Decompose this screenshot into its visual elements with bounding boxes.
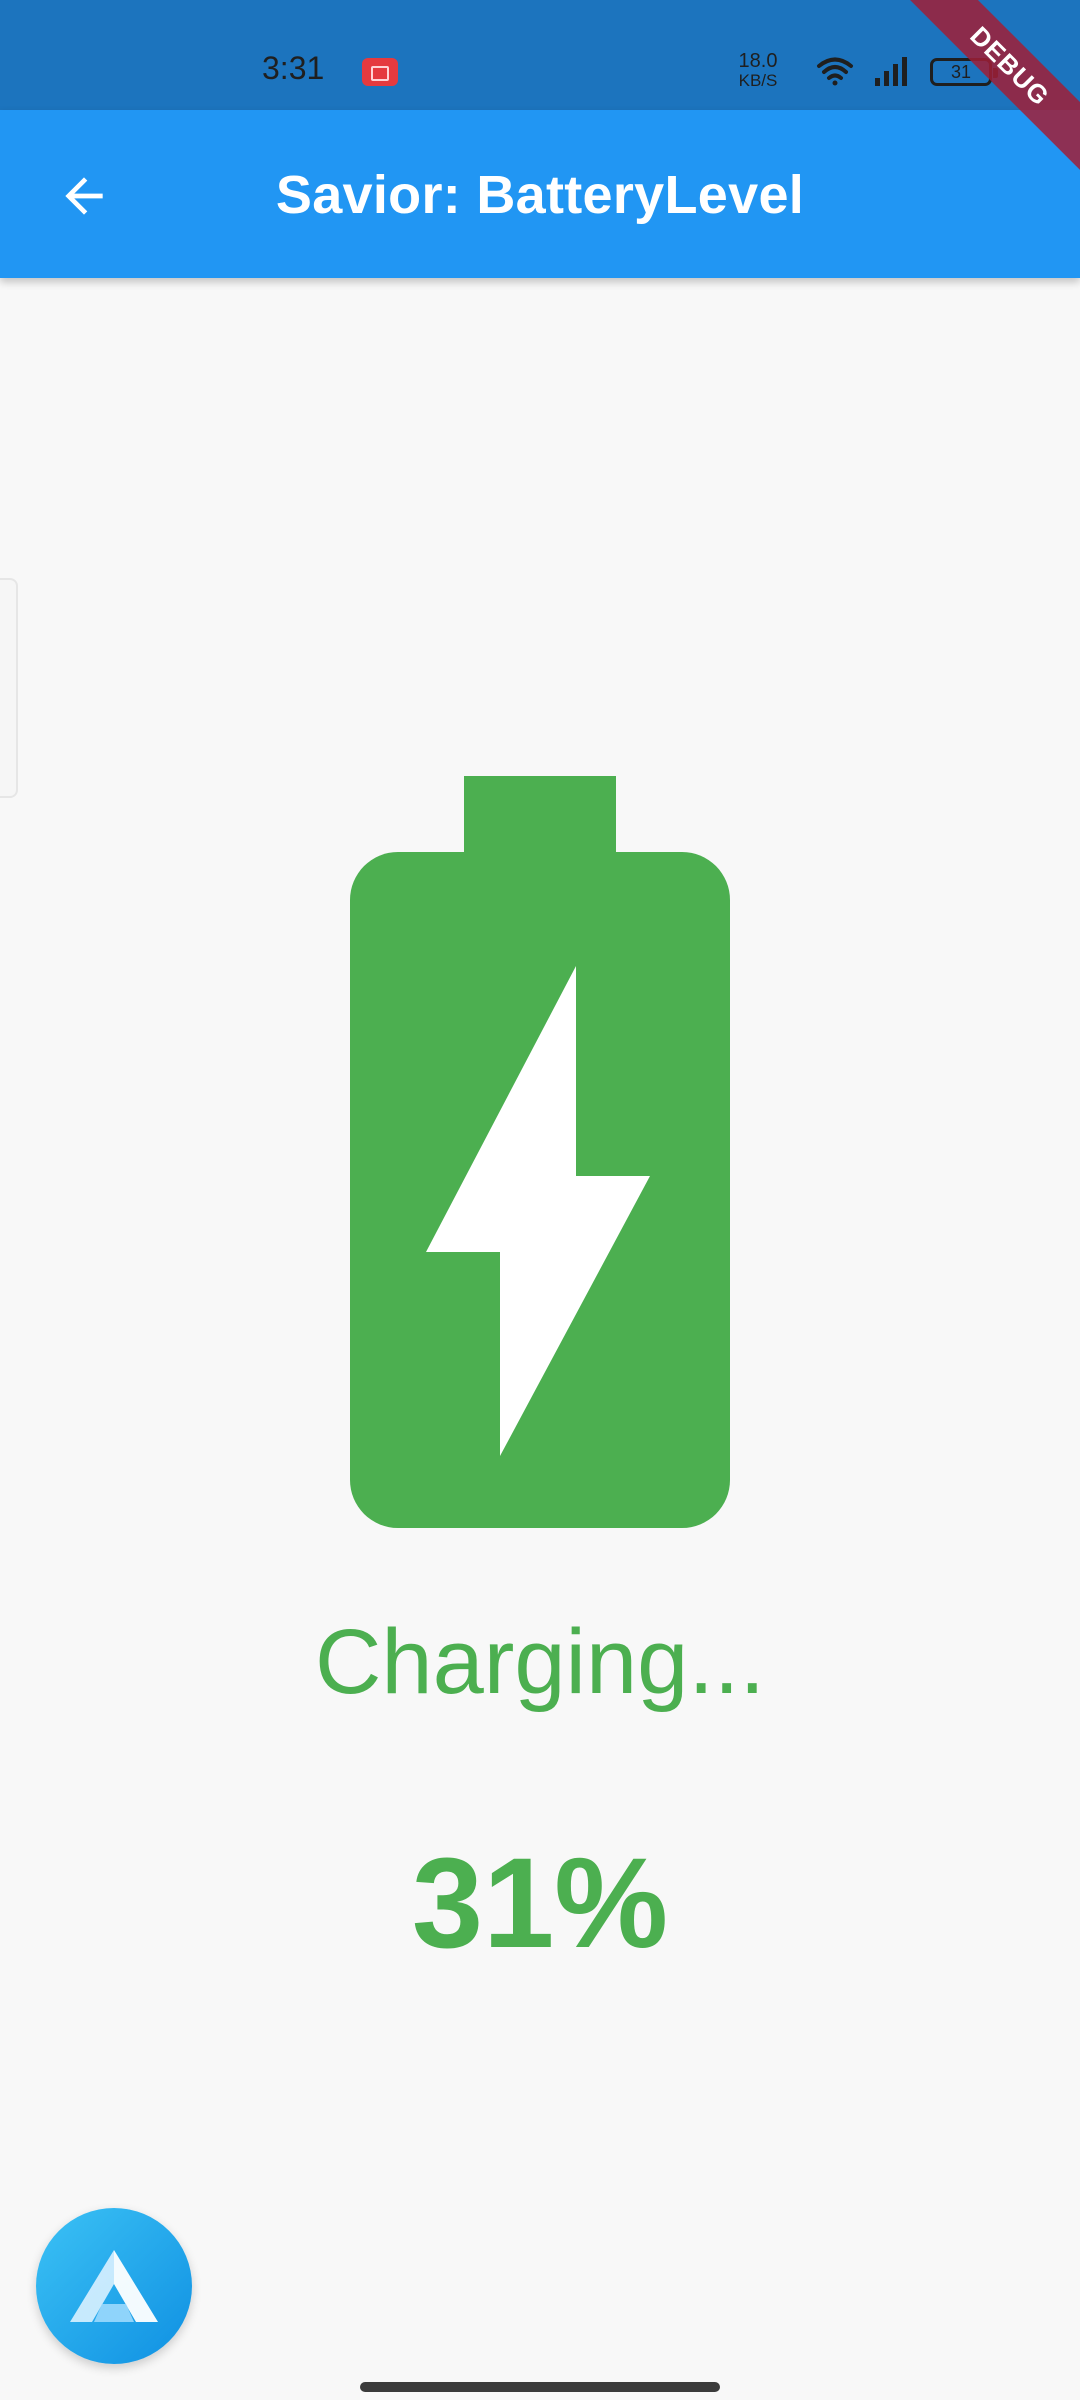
- signal-icon: [875, 57, 907, 86]
- network-speed: 18.0 KB/S: [718, 50, 798, 90]
- battery-charging-icon: [350, 776, 730, 1528]
- network-speed-unit: KB/S: [738, 71, 778, 90]
- page-title: Savior: BatteryLevel: [275, 165, 805, 225]
- charging-status-text: Charging...: [314, 1611, 766, 1713]
- status-icons: [817, 57, 907, 86]
- battery-percent-text: 31%: [411, 1832, 669, 1975]
- edge-handle[interactable]: [0, 578, 18, 798]
- app-logo-icon: [70, 2250, 158, 2322]
- battery-level-text: 31: [950, 62, 972, 82]
- home-indicator[interactable]: [360, 2382, 720, 2392]
- status-time: 3:31: [262, 50, 325, 86]
- status-bar: 3:31 18.0 KB/S 31: [0, 0, 1080, 110]
- wifi-icon: [817, 57, 853, 86]
- screen-record-icon: [362, 58, 398, 86]
- app-logo-button[interactable]: [36, 2208, 192, 2364]
- network-speed-value: 18.0: [738, 50, 778, 72]
- app-bar: Savior: BatteryLevel: [0, 110, 1080, 278]
